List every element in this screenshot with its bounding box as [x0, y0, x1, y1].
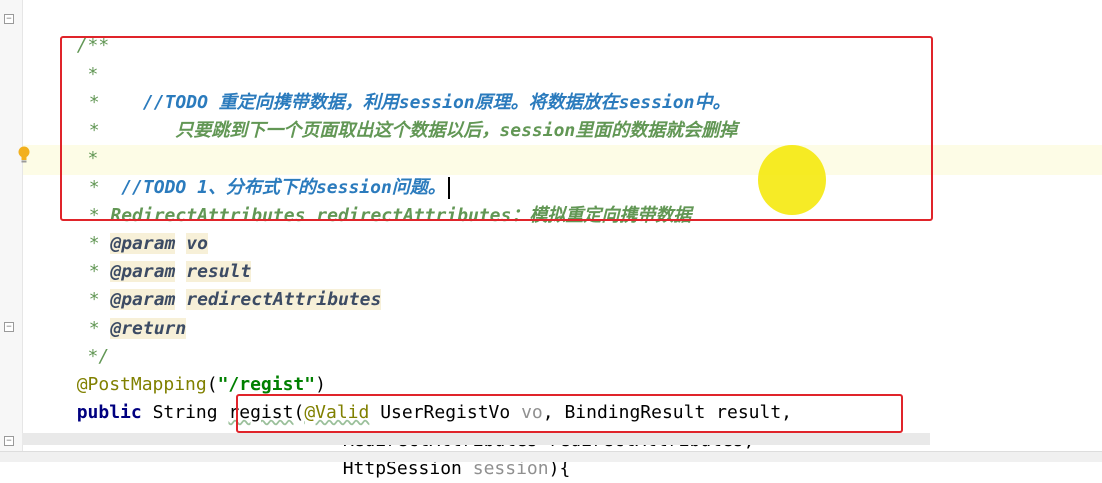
fold-marker-icon[interactable]: − [4, 436, 14, 446]
javadoc-param-name: redirectAttributes [186, 289, 382, 310]
annotation-box-comment [60, 36, 933, 221]
javadoc-tag: @return [110, 318, 187, 339]
code-line: * @return [67, 287, 187, 339]
editor-gutter [0, 0, 23, 461]
keyword: public [76, 402, 142, 423]
code-line: */ [55, 315, 110, 367]
status-bar [0, 451, 1102, 462]
code-line: * @param redirectAttributes [67, 258, 382, 310]
fold-marker-icon[interactable]: − [4, 14, 14, 24]
code-line: @PostMapping("/regist") [55, 343, 326, 395]
code-line: /** [55, 4, 110, 56]
type-name: String [152, 402, 218, 423]
code-line: * @param result [67, 230, 252, 282]
horizontal-scrollbar[interactable] [22, 433, 930, 445]
annotation-box-param [236, 394, 903, 433]
lightbulb-icon[interactable] [17, 146, 31, 164]
fold-marker-icon[interactable]: − [4, 322, 14, 332]
